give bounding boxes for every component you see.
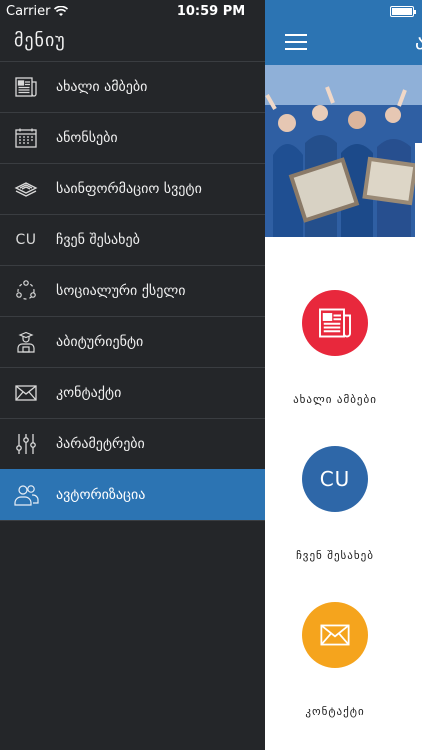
menu-item-settings[interactable]: პარამეტრები bbox=[0, 418, 265, 469]
menu-item-about-us[interactable]: CU ჩვენ შესახებ bbox=[0, 214, 265, 265]
calendar-icon bbox=[12, 124, 40, 152]
social-network-icon bbox=[12, 277, 40, 305]
main-content: ამ ახალი bbox=[265, 0, 422, 750]
feature-caption: ჩვენ შესახებ bbox=[296, 549, 374, 562]
feature-contact[interactable]: კონტაქტი bbox=[265, 602, 422, 742]
cu-logo-icon: CU bbox=[319, 467, 351, 491]
menu-item-applicant[interactable]: აბიტურიენტი bbox=[0, 316, 265, 367]
hamburger-menu-icon[interactable] bbox=[285, 34, 307, 50]
navigation-drawer: მენიუ ახალი ამბები ანონსები საინფორმაციო… bbox=[0, 0, 265, 750]
status-bar: Carrier 10:59 PM bbox=[0, 0, 422, 22]
contact-circle-button[interactable] bbox=[302, 602, 368, 668]
drawer-menu: ახალი ამბები ანონსები საინფორმაციო სვეტი bbox=[0, 61, 265, 521]
menu-item-label: კონტაქტი bbox=[56, 385, 122, 401]
envelope-icon bbox=[320, 624, 350, 646]
menu-item-authorization[interactable]: ავტორიზაცია bbox=[0, 469, 265, 521]
feature-caption: ახალი ამბები bbox=[293, 393, 377, 406]
users-icon bbox=[12, 481, 40, 509]
envelope-icon bbox=[12, 379, 40, 407]
top-bar-title: ამ bbox=[415, 30, 422, 54]
stack-of-papers-icon bbox=[12, 175, 40, 203]
newspaper-icon bbox=[319, 308, 351, 338]
drawer-title: მენიუ bbox=[14, 30, 66, 51]
news-circle-button[interactable] bbox=[302, 290, 368, 356]
cu-logo-text: CU bbox=[15, 232, 37, 248]
student-icon bbox=[12, 328, 40, 356]
menu-item-label: პარამეტრები bbox=[56, 436, 145, 452]
cu-logo-icon: CU bbox=[12, 226, 40, 254]
menu-item-label: აბიტურიენტი bbox=[56, 334, 144, 350]
menu-item-info-column[interactable]: საინფორმაციო სვეტი bbox=[0, 163, 265, 214]
clock: 10:59 PM bbox=[176, 4, 246, 19]
menu-item-label: საინფორმაციო სვეტი bbox=[56, 181, 202, 197]
feature-news[interactable]: ახალი ამბები bbox=[265, 290, 422, 430]
feature-about-us[interactable]: CU ჩვენ შესახებ bbox=[265, 446, 422, 586]
menu-item-social-network[interactable]: სოციალური ქსელი bbox=[0, 265, 265, 316]
about-circle-button[interactable]: CU bbox=[302, 446, 368, 512]
newspaper-icon bbox=[12, 73, 40, 101]
menu-item-label: ჩვენ შესახებ bbox=[56, 232, 140, 248]
menu-item-contact[interactable]: კონტაქტი bbox=[0, 367, 265, 418]
menu-item-news[interactable]: ახალი ამბები bbox=[0, 61, 265, 112]
menu-item-label: ახალი ამბები bbox=[56, 79, 148, 95]
battery-icon bbox=[390, 6, 416, 17]
feature-caption: კონტაქტი bbox=[305, 705, 365, 718]
sliders-icon bbox=[12, 430, 40, 458]
menu-item-label: ავტორიზაცია bbox=[56, 487, 146, 503]
menu-item-label: ანონსები bbox=[56, 130, 118, 146]
menu-item-label: სოციალური ქსელი bbox=[56, 283, 186, 299]
hero-image bbox=[265, 65, 422, 237]
menu-item-announcements[interactable]: ანონსები bbox=[0, 112, 265, 163]
